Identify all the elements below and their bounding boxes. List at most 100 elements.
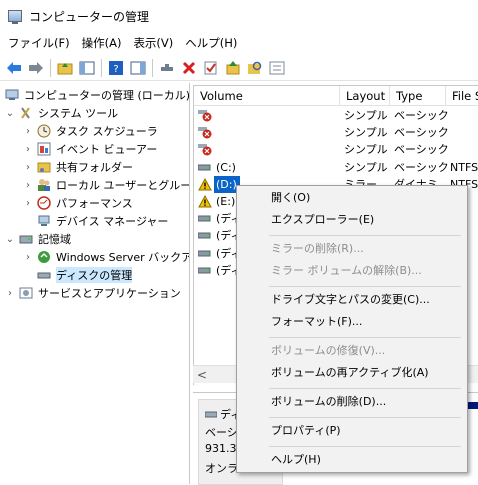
- drive-icon: [197, 264, 212, 277]
- tree-item-device-manager[interactable]: デバイス マネージャー: [34, 212, 168, 230]
- chevron-right-icon[interactable]: ›: [22, 144, 34, 155]
- export-icon[interactable]: [222, 57, 244, 79]
- volume-type: ベーシック: [394, 160, 449, 174]
- menu-item-format[interactable]: フォーマット(F)...: [237, 311, 467, 333]
- tree-label: Windows Server バックア: [56, 251, 190, 264]
- backup-icon: [36, 250, 52, 264]
- tree-item-disk-management[interactable]: ディスクの管理: [34, 266, 133, 284]
- chevron-right-icon[interactable]: ›: [22, 162, 34, 173]
- tree-label: サービスとアプリケーション: [38, 287, 181, 300]
- device-manager-icon: [36, 214, 52, 228]
- tree-item-services-apps[interactable]: › サービスとアプリケーション: [4, 284, 181, 302]
- chevron-down-icon[interactable]: ⌄: [4, 234, 16, 245]
- error-volume-icon: [198, 109, 212, 122]
- toolbar: ?: [0, 55, 478, 81]
- menu-item-help[interactable]: ヘルプ(H): [237, 449, 467, 471]
- disk-icon: [204, 411, 218, 418]
- volume-type: ベーシック: [394, 126, 449, 140]
- menu-action[interactable]: 操作(A): [76, 35, 128, 51]
- properties-icon[interactable]: [266, 57, 288, 79]
- check-icon[interactable]: [200, 57, 222, 79]
- menu-item-delete-volume[interactable]: ボリュームの削除(D)...: [237, 391, 467, 413]
- tree-item-performance[interactable]: › パフォーマンス: [22, 194, 133, 212]
- menu-item-change-drive-letter[interactable]: ドライブ文字とパスの変更(C)...: [237, 289, 467, 311]
- delete-icon[interactable]: [178, 57, 200, 79]
- menu-item-open[interactable]: 開く(O): [237, 187, 467, 209]
- list-header: Volume Layout Type File S: [194, 86, 478, 106]
- event-viewer-icon: [36, 142, 52, 156]
- tree-label: コンピューターの管理 (ローカル): [24, 89, 190, 102]
- table-row[interactable]: シンプル ベーシック: [194, 141, 478, 158]
- column-header-type[interactable]: Type: [390, 86, 446, 106]
- chevron-right-icon[interactable]: ›: [22, 252, 34, 263]
- tree-label: ディスクの管理: [56, 267, 133, 283]
- disk-management-icon: [36, 268, 52, 282]
- tree-item-event-viewer[interactable]: › イベント ビューアー: [22, 140, 157, 158]
- tree-label: 共有フォルダー: [56, 161, 133, 174]
- svg-text:?: ?: [113, 64, 118, 75]
- table-row[interactable]: (C:) シンプル ベーシック NTFS: [194, 159, 478, 176]
- menu-item-break-mirror: ミラー ボリュームの解除(B)...: [271, 264, 422, 277]
- tree-label: タスク スケジューラ: [56, 125, 158, 138]
- volume-name: (C:): [216, 160, 236, 174]
- menu-help[interactable]: ヘルプ(H): [179, 35, 243, 51]
- tree-item-root[interactable]: コンピューターの管理 (ローカル): [2, 86, 190, 104]
- tree-label: パフォーマンス: [56, 197, 133, 210]
- menu-view[interactable]: 表示(V): [127, 35, 179, 51]
- volume-layout: シンプル: [344, 126, 388, 140]
- back-arrow-icon[interactable]: [3, 57, 25, 79]
- tree-item-storage[interactable]: ⌄ 記憶域: [4, 230, 71, 248]
- menu-item-explorer[interactable]: エクスプローラー(E): [237, 209, 467, 231]
- tree-item-windows-server-backup[interactable]: › Windows Server バックア: [22, 248, 190, 266]
- menu-item-reactivate-volume[interactable]: ボリュームの再アクティブ化(A): [237, 362, 467, 384]
- volume-type: ベーシック: [394, 109, 449, 122]
- error-volume-icon: [198, 126, 212, 139]
- show-hide-action-pane-icon[interactable]: [127, 57, 149, 79]
- services-icon: [18, 286, 34, 300]
- column-header-layout[interactable]: Layout: [340, 86, 390, 106]
- tree-item-local-users[interactable]: › ローカル ユーザーとグループ: [22, 176, 189, 194]
- menu-separator: [269, 337, 461, 338]
- forward-arrow-icon[interactable]: [25, 57, 47, 79]
- chevron-right-icon[interactable]: ›: [4, 288, 16, 299]
- storage-icon: [18, 232, 34, 246]
- warning-volume-icon: [198, 177, 212, 191]
- volume-name: [212, 107, 216, 124]
- search-icon[interactable]: [244, 57, 266, 79]
- column-header-file-system[interactable]: File S: [446, 86, 478, 106]
- menu-separator: [269, 235, 461, 236]
- scroll-left-icon[interactable]: <: [197, 368, 207, 382]
- table-row[interactable]: シンプル ベーシック: [194, 107, 478, 124]
- tree-item-task-scheduler[interactable]: › タスク スケジューラ: [22, 122, 158, 140]
- chevron-down-icon[interactable]: ⌄: [4, 108, 16, 119]
- up-folder-icon[interactable]: [54, 57, 76, 79]
- tree-label: 記憶域: [38, 233, 71, 246]
- table-row[interactable]: シンプル ベーシック: [194, 124, 478, 141]
- drive-icon: [197, 161, 212, 174]
- menu-file[interactable]: ファイル(F): [2, 35, 76, 51]
- chevron-right-icon[interactable]: ›: [22, 180, 34, 191]
- computer-management-icon: [8, 10, 22, 24]
- connect-icon[interactable]: [156, 57, 178, 79]
- title-bar: コンピューターの管理: [0, 0, 478, 32]
- drive-icon: [197, 229, 212, 242]
- warning-volume-icon: [198, 194, 212, 208]
- volume-layout: シンプル: [344, 109, 388, 122]
- column-header-volume[interactable]: Volume: [194, 86, 340, 106]
- menu-separator: [269, 286, 461, 287]
- menu-item-properties[interactable]: プロパティ(P): [237, 420, 467, 442]
- chevron-right-icon[interactable]: ›: [22, 126, 34, 137]
- tree-label: デバイス マネージャー: [56, 215, 169, 228]
- show-hide-tree-icon[interactable]: [76, 57, 98, 79]
- performance-icon: [36, 196, 52, 210]
- tree-item-system-tools[interactable]: ⌄ システム ツール: [4, 104, 118, 122]
- drive-icon: [197, 247, 212, 260]
- help-icon[interactable]: ?: [105, 57, 127, 79]
- context-menu: 開く(O) エクスプローラー(E) ミラーの削除(R)... ミラー ボリューム…: [236, 185, 468, 473]
- chevron-right-icon[interactable]: ›: [22, 198, 34, 209]
- tree-item-shared-folders[interactable]: › 共有フォルダー: [22, 158, 133, 176]
- volume-name: [212, 141, 216, 158]
- tree-label: イベント ビューアー: [56, 143, 158, 156]
- computer-management-icon: [4, 88, 20, 102]
- volume-type: ベーシック: [394, 143, 449, 157]
